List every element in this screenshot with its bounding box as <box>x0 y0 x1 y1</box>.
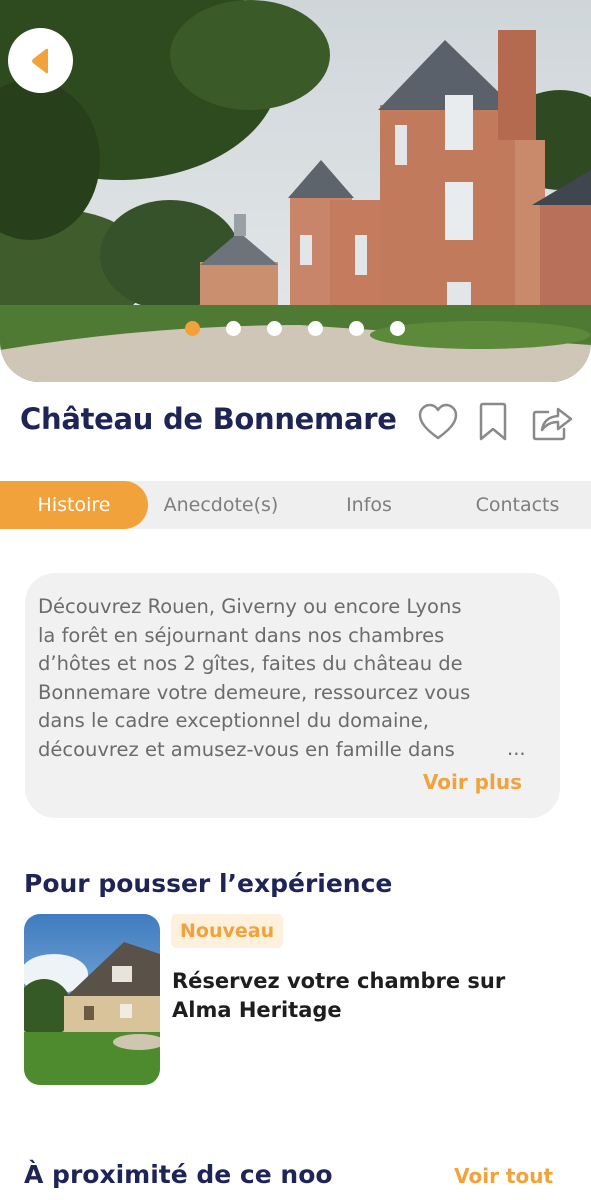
carousel-indicators <box>0 320 591 338</box>
description-line: d’hôtes et nos 2 gîtes, faites du châtea… <box>38 652 463 675</box>
tab-anecdotes[interactable]: Anecdote(s) <box>148 481 294 529</box>
carousel-dot[interactable] <box>267 321 282 336</box>
back-button[interactable] <box>8 28 73 93</box>
share-button[interactable] <box>530 400 574 444</box>
voir-plus-link[interactable]: Voir plus <box>423 770 522 794</box>
new-badge: Nouveau <box>171 914 284 948</box>
favorite-button[interactable] <box>416 400 460 444</box>
carousel-dot[interactable] <box>308 321 323 336</box>
tab-infos[interactable]: Infos <box>294 481 444 529</box>
description-ellipsis: ... <box>503 735 526 764</box>
carousel-dot[interactable] <box>349 321 364 336</box>
description-line: découvrez et amusez-vous en famille dans <box>38 737 455 761</box>
bookmark-button[interactable] <box>471 400 515 444</box>
nearby-section-title: À proximité de ce noo <box>24 1160 333 1189</box>
share-icon <box>532 407 573 441</box>
description-text: Découvrez Rouen, Giverny ou encore Lyons… <box>38 593 553 765</box>
tab-histoire[interactable]: Histoire <box>0 481 148 529</box>
tab-contacts[interactable]: Contacts <box>444 481 591 529</box>
heart-icon <box>418 403 458 440</box>
carousel-dot[interactable] <box>185 321 200 336</box>
experience-thumbnail[interactable] <box>24 914 160 1085</box>
back-arrow-icon <box>31 48 48 73</box>
hero-image-carousel[interactable] <box>0 0 591 382</box>
description-card: Découvrez Rouen, Giverny ou encore Lyons… <box>25 573 560 818</box>
page-title: Château de Bonnemare <box>20 402 397 436</box>
carousel-dot[interactable] <box>390 321 405 336</box>
experience-section-title: Pour pousser l’expérience <box>24 869 393 898</box>
bookmark-icon <box>479 402 507 441</box>
description-line: Découvrez Rouen, Giverny ou encore Lyons <box>38 595 462 618</box>
description-line: Bonnemare votre demeure, ressourcez vous <box>38 680 471 704</box>
experience-link-text[interactable]: Réservez votre chambre sur Alma Heritage <box>172 967 542 1025</box>
voir-tout-link[interactable]: Voir tout <box>454 1164 553 1188</box>
description-line: dans le cadre exceptionnel du domaine, <box>38 709 429 732</box>
description-line: la forêt en séjournant dans nos chambres <box>38 623 445 647</box>
section-tabs: Histoire Anecdote(s) Infos Contacts <box>0 481 591 529</box>
carousel-dot[interactable] <box>226 321 241 336</box>
cottage-photo <box>24 914 160 1085</box>
